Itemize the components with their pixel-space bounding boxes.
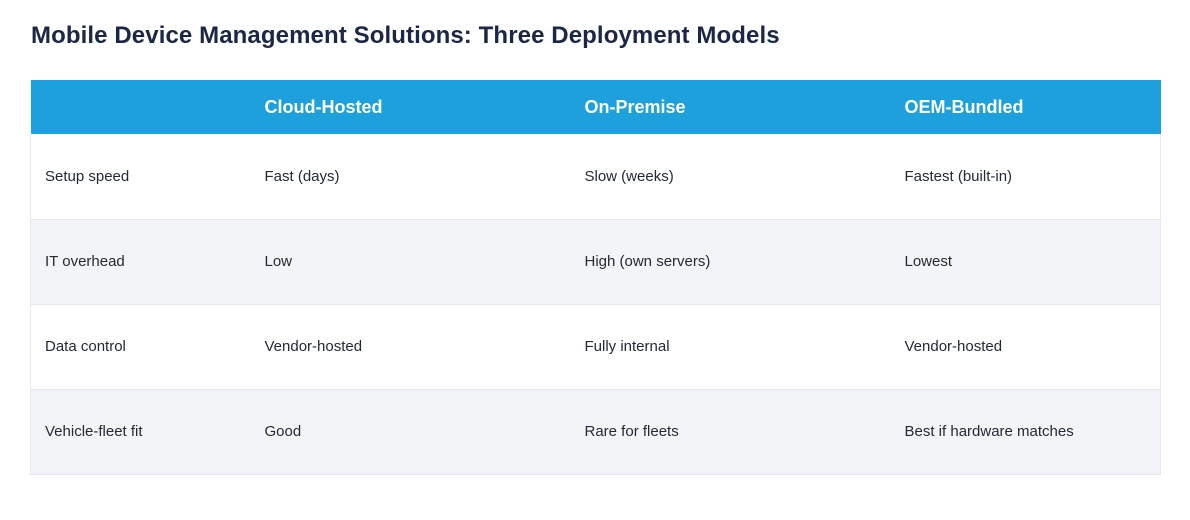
table-cell: Lowest	[890, 219, 1161, 305]
table-row: Vehicle-fleet fit Good Rare for fleets B…	[30, 389, 1161, 475]
row-label: Setup speed	[30, 134, 251, 220]
table-cell: Good	[250, 389, 571, 475]
table-cell: Vendor-hosted	[250, 304, 571, 390]
table-row: Setup speed Fast (days) Slow (weeks) Fas…	[30, 134, 1161, 220]
table-header-row: Cloud-Hosted On-Premise OEM-Bundled	[30, 80, 1161, 134]
row-label: IT overhead	[30, 219, 251, 305]
table-row: Data control Vendor-hosted Fully interna…	[30, 304, 1161, 390]
header-cell-on-premise: On-Premise	[584, 96, 686, 117]
page: Mobile Device Management Solutions: Thre…	[0, 0, 1190, 520]
table-cell: High (own servers)	[570, 219, 891, 305]
table-cell: Low	[250, 219, 571, 305]
page-title: Mobile Device Management Solutions: Thre…	[31, 22, 780, 49]
table-row: IT overhead Low High (own servers) Lowes…	[30, 219, 1161, 305]
header-cell-empty	[31, 80, 251, 134]
table-cell: Fully internal	[570, 304, 891, 390]
table-cell: Rare for fleets	[570, 389, 891, 475]
row-label: Vehicle-fleet fit	[30, 389, 251, 475]
header-cell-oem-bundled: OEM-Bundled	[904, 96, 1024, 117]
table-cell: Fast (days)	[250, 134, 571, 220]
comparison-table: Cloud-Hosted On-Premise OEM-Bundled Setu…	[30, 80, 1161, 475]
table-cell: Vendor-hosted	[890, 304, 1161, 390]
row-label: Data control	[30, 304, 251, 390]
table-cell: Best if hardware matches	[890, 389, 1161, 475]
table-cell: Fastest (built-in)	[890, 134, 1161, 220]
header-cell-cloud-hosted: Cloud-Hosted	[264, 96, 383, 117]
table-cell: Slow (weeks)	[570, 134, 891, 220]
